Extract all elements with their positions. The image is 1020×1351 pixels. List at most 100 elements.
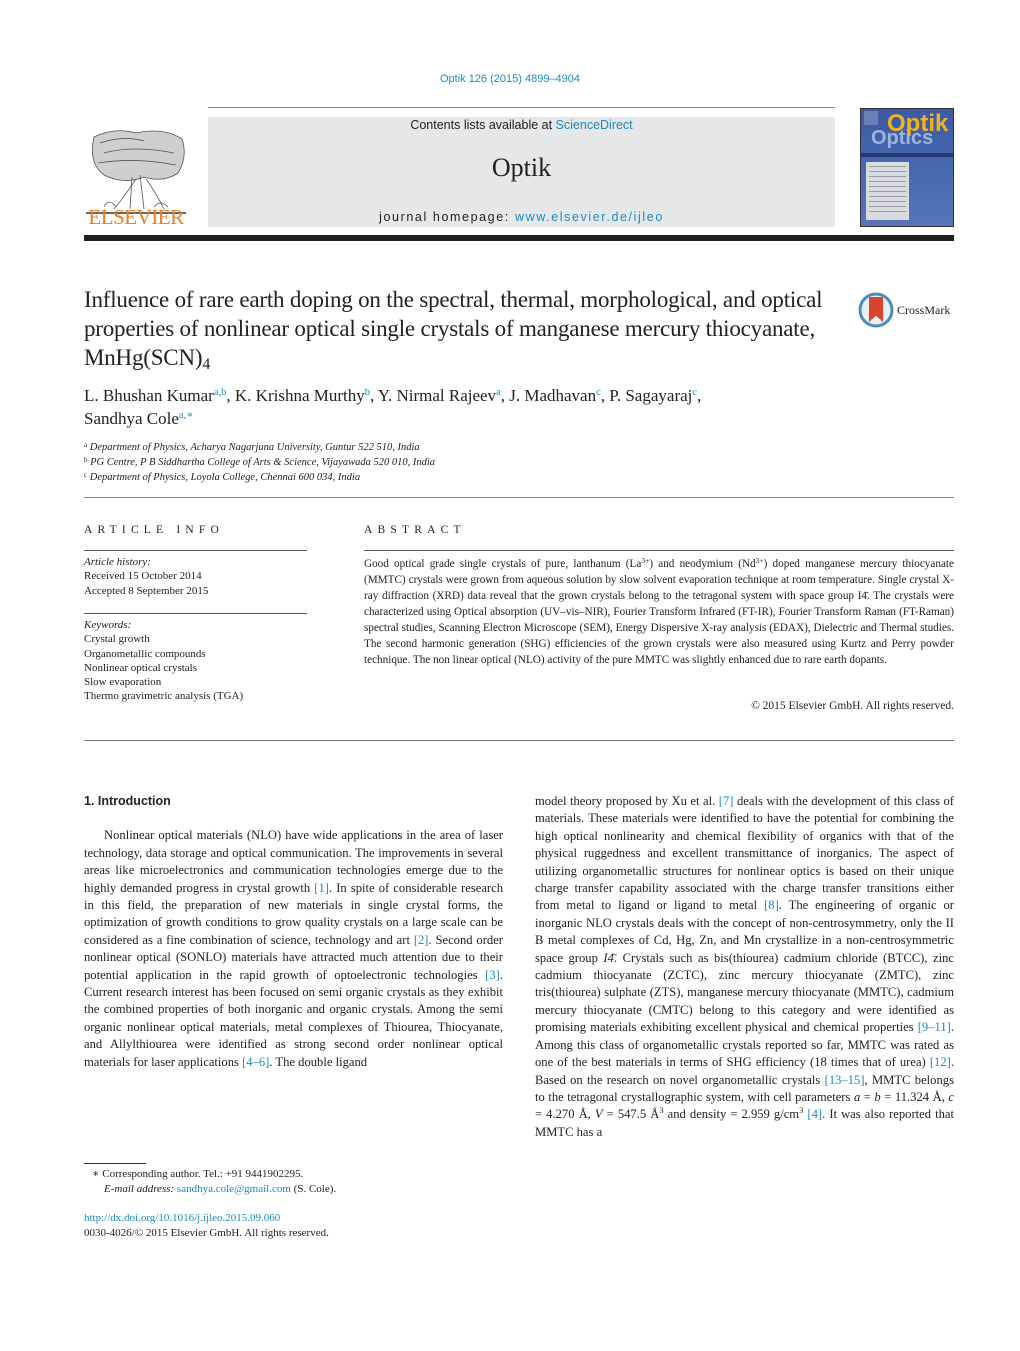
citation-reference-link[interactable]: [2]	[414, 933, 429, 947]
text-run: = 547.5 Å	[602, 1107, 660, 1122]
author-separator: ,	[226, 386, 235, 405]
issn-line: 0030-4026/© 2015 Elsevier GmbH. All righ…	[84, 1227, 329, 1239]
abstract-heading: ABSTRACT	[364, 524, 466, 536]
keyword: Slow evaporation	[84, 676, 162, 689]
homepage-prefix: journal homepage:	[379, 210, 515, 224]
body-column-left: 1. Introduction Nonlinear optical materi…	[84, 793, 503, 1071]
affiliation-text: PG Centre, P B Siddhartha College of Art…	[87, 457, 436, 468]
author-name[interactable]: P. Sagayaraj	[609, 386, 692, 405]
superscript: 3+	[755, 556, 764, 565]
article-title: Influence of rare earth doping on the sp…	[84, 285, 824, 373]
elsevier-wordmark: ELSEVIER	[88, 205, 184, 229]
corresponding-author-footnote: ∗ Corresponding author. Tel.: +91 944190…	[92, 1167, 512, 1197]
affiliations: a Department of Physics, Acharya Nagarju…	[84, 440, 784, 485]
keyword: Organometallic compounds	[84, 647, 206, 660]
abstract-text: Good optical grade single crystals of pu…	[364, 556, 954, 668]
author-separator: ,	[370, 386, 378, 405]
header-rule	[208, 107, 835, 108]
text-run: = 4.270 Å,	[535, 1107, 595, 1122]
citation-reference-link[interactable]: [13–15]	[825, 1073, 865, 1087]
article-history: Article history: Received 15 October 201…	[84, 555, 307, 598]
keyword: Nonlinear optical crystals	[84, 661, 198, 674]
article-info-heading: ARTICLE INFO	[84, 524, 224, 536]
email-link[interactable]: sandhya.cole@gmail.com	[177, 1183, 291, 1195]
section-heading: 1. Introduction	[84, 794, 171, 808]
author-affiliation-marker[interactable]: a,∗	[179, 410, 193, 421]
text-run: . Current research interest has been foc…	[84, 967, 503, 1069]
doi-link[interactable]: http://dx.doi.org/10.1016/j.ijleo.2015.0…	[84, 1211, 504, 1226]
author-list: L. Bhushan Kumara,b, K. Krishna Murthyb,…	[84, 384, 884, 430]
journal-name: Optik	[491, 153, 552, 182]
cover-band	[861, 153, 953, 157]
body-column-right: model theory proposed by Xu et al. [7] d…	[535, 793, 954, 1141]
abstract-part: Good optical grade single crystals of pu…	[364, 558, 642, 570]
body-paragraph: Nonlinear optical materials (NLO) have w…	[84, 827, 503, 1071]
footnote-text: Corresponding author. Tel.: +91 94419022…	[99, 1168, 304, 1180]
keyword: Crystal growth	[84, 633, 150, 646]
citation-reference-link[interactable]: [4]	[807, 1107, 822, 1121]
citation-reference-link[interactable]: [12]	[930, 1055, 951, 1069]
divider	[84, 740, 954, 741]
author-separator: ,	[600, 386, 610, 405]
citation-reference-link[interactable]: [7]	[719, 794, 734, 808]
cover-emblem	[864, 111, 878, 125]
citation-reference-link[interactable]: [8]	[764, 898, 779, 912]
title-subscript: 4	[202, 356, 211, 373]
abstract-part: ) doped manganese mercury thiocyanate (M…	[364, 558, 954, 666]
citation-reference-link[interactable]: [3]	[485, 968, 500, 982]
author-affiliation-marker[interactable]: a,b	[214, 387, 227, 398]
abstract-part: ) and neodymium (Nd	[649, 558, 756, 570]
affiliation: c Department of Physics, Loyola College,…	[84, 470, 784, 485]
keywords-label: Keywords:	[84, 619, 132, 631]
received-date: Received 15 October 2014	[84, 570, 202, 583]
journal-cover-thumbnail[interactable]: Optics Optik	[860, 108, 954, 227]
author-separator: ,	[697, 386, 702, 405]
text-run: = 11.324 Å,	[880, 1089, 949, 1104]
title-text: Influence of rare earth doping on the sp…	[84, 287, 823, 370]
author-name[interactable]: Sandhya Cole	[84, 409, 179, 428]
italic-symbol: V	[594, 1107, 603, 1122]
header-thick-rule	[84, 235, 954, 241]
homepage-link[interactable]: www.elsevier.de/ijleo	[515, 210, 664, 224]
affiliation: b PG Centre, P B Siddhartha College of A…	[84, 455, 784, 470]
abstract-copyright: © 2015 Elsevier GmbH. All rights reserve…	[751, 700, 954, 712]
affiliation-text: Department of Physics, Acharya Nagarjuna…	[87, 442, 420, 453]
divider	[364, 550, 954, 551]
divider	[84, 613, 307, 614]
email-suffix: (S. Cole).	[290, 1183, 337, 1195]
author-name[interactable]: L. Bhushan Kumar	[84, 386, 214, 405]
sciencedirect-link[interactable]: ScienceDirect	[556, 118, 633, 132]
citation-reference-link[interactable]: [1]	[314, 881, 329, 895]
text-run: model theory proposed by Xu et al.	[535, 794, 719, 808]
history-label: Article history:	[84, 556, 151, 568]
footnote-rule	[84, 1163, 146, 1164]
text-run: deals with the development of this class…	[535, 794, 954, 913]
crossmark-label[interactable]: CrossMark	[897, 303, 950, 318]
author-name[interactable]: Y. Nirmal Rajeev	[378, 386, 496, 405]
italic-symbol: I4̄	[603, 950, 614, 965]
italic-symbol: c	[948, 1089, 954, 1104]
text-run: =	[860, 1089, 875, 1104]
divider	[84, 497, 954, 498]
author-name[interactable]: J. Madhavan	[509, 386, 596, 405]
author-name[interactable]: K. Krishna Murthy	[235, 386, 365, 405]
text-run: and density = 2.959 g/cm	[663, 1107, 800, 1122]
homepage-line: journal homepage: www.elsevier.de/ijleo	[208, 210, 835, 224]
contents-prefix: Contents lists available at	[410, 118, 556, 132]
affiliation-text: Department of Physics, Loyola College, C…	[87, 472, 361, 483]
keyword: Thermo gravimetric analysis (TGA)	[84, 690, 244, 703]
contents-line: Contents lists available at ScienceDirec…	[208, 118, 835, 132]
email-label: E-mail address:	[104, 1183, 175, 1195]
accepted-date: Accepted 8 September 2015	[84, 584, 209, 597]
cover-contents-panel	[866, 162, 909, 220]
affiliation: a Department of Physics, Acharya Nagarju…	[84, 440, 784, 455]
citation-reference-link[interactable]: [9–11]	[918, 1020, 951, 1034]
doi-block: http://dx.doi.org/10.1016/j.ijleo.2015.0…	[84, 1211, 504, 1241]
journal-citation[interactable]: Optik 126 (2015) 4899–4904	[0, 73, 1020, 85]
text-run: . The double ligand	[269, 1054, 368, 1069]
author-separator: ,	[500, 386, 510, 405]
body-paragraph: model theory proposed by Xu et al. [7] d…	[535, 793, 954, 1141]
cover-title: Optik	[887, 110, 949, 137]
citation-reference-link[interactable]: [4–6]	[242, 1055, 269, 1069]
keywords: Keywords: Crystal growth Organometallic …	[84, 618, 307, 704]
